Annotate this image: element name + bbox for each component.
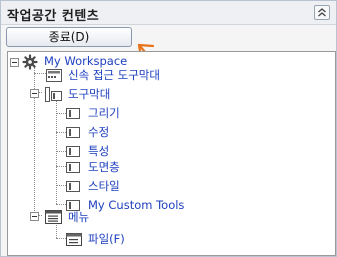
tree-node-menu[interactable]: 메뉴 (8, 210, 328, 226)
tree-node-label: 파일(F) (88, 232, 125, 246)
tree-node-quick-access-toolbar[interactable]: 신속 접근 도구막대 (8, 68, 328, 84)
workspace-tree[interactable]: My Workspace 신속 접근 도구막대 도구막대 그리기 수정 특성 도… (7, 51, 336, 256)
tree-node-label: 신속 접근 도구막대 (68, 68, 160, 82)
tree-node-draw[interactable]: 그리기 (8, 106, 328, 122)
toolbars-folder-icon (45, 87, 62, 102)
toolbar-icon (66, 162, 80, 173)
tree-node-label: 도면층 (88, 160, 120, 174)
tree-node-label: 그리기 (88, 106, 120, 120)
menu-icon (45, 210, 62, 224)
tree-node-layers[interactable]: 도면층 (8, 160, 328, 176)
tree-node-styles[interactable]: 스타일 (8, 179, 328, 195)
double-chevron-up-icon (318, 8, 326, 17)
tree-node-label: 스타일 (88, 179, 120, 193)
tree-node-label: 특성 (88, 144, 110, 158)
menu-item-icon (66, 233, 82, 246)
tree-node-label: My Workspace (44, 54, 128, 68)
collapse-button[interactable] (314, 5, 330, 20)
toolbar-icon (66, 127, 80, 138)
collapse-toggle-icon[interactable] (30, 212, 39, 221)
panel-title: 작업공간 컨텐츠 (7, 9, 100, 24)
toolbar-icon (66, 146, 80, 157)
toolbar-icon (66, 108, 80, 119)
close-button[interactable]: 종료(D) (6, 27, 132, 47)
toolbar-icon (66, 181, 80, 192)
tree-node-properties[interactable]: 특성 (8, 144, 328, 160)
tree-node-modify[interactable]: 수정 (8, 125, 328, 141)
tree-node-toolbars[interactable]: 도구막대 (8, 87, 328, 103)
collapse-toggle-icon[interactable] (30, 89, 39, 98)
tree-node-label: 메뉴 (68, 210, 90, 224)
workspace-contents-panel: 작업공간 컨텐츠 종료(D) My Workspace 신속 접근 도구막대 도… (0, 0, 337, 257)
quick-access-toolbar-icon (46, 69, 62, 82)
panel-titlebar: 작업공간 컨텐츠 (1, 1, 336, 25)
tree-node-label: 도구막대 (68, 87, 111, 101)
tree-node-label: 수정 (88, 125, 110, 139)
tree-node-file-menu[interactable]: 파일(F) (8, 232, 328, 248)
collapse-toggle-icon[interactable] (10, 58, 19, 67)
